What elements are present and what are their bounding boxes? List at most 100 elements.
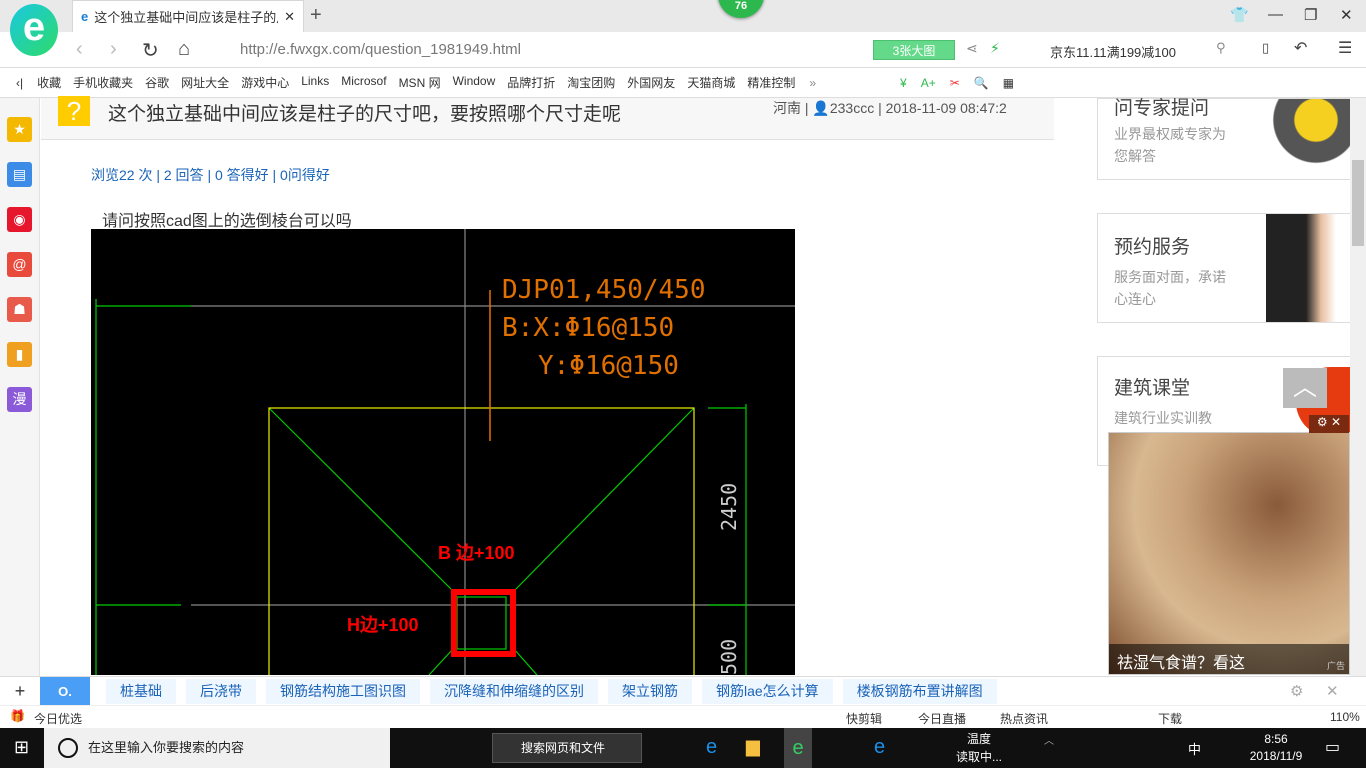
card-desc: 业界最权威专家为您解答 <box>1114 126 1226 164</box>
add-icon[interactable]: + <box>0 681 40 702</box>
minimize-button[interactable]: — <box>1268 6 1283 23</box>
bookmark-item[interactable]: 精准控制 <box>747 74 795 91</box>
weibo-icon[interactable]: ◉ <box>7 207 32 232</box>
card-appointment[interactable]: 预约服务 服务面对面，承诺心连心 <box>1097 213 1366 323</box>
bookmark-item[interactable]: 谷歌 <box>145 74 169 91</box>
translate-icon[interactable]: A+ <box>921 76 936 90</box>
note-h-edge: H边+100 <box>347 615 419 635</box>
url-input[interactable]: http://e.fwxgx.com/question_1981949.html <box>240 41 521 58</box>
comic-icon[interactable]: 漫 <box>7 387 32 412</box>
ad-close-icon[interactable]: ⚙ ✕ <box>1309 415 1349 433</box>
more-bookmarks-icon[interactable]: » <box>809 76 816 90</box>
ad-caption: 祛湿气食谱？看这 <box>1109 644 1349 674</box>
advertisement[interactable]: ⚙ ✕ 祛湿气食谱？看这 广告 <box>1108 415 1350 675</box>
home-button[interactable]: ⌂ <box>178 38 190 61</box>
clock[interactable]: 8:56 2018/11/9 <box>1246 731 1306 765</box>
bookmark-item[interactable]: 淘宝团购 <box>567 74 615 91</box>
bookmarks-collapse-icon[interactable]: ‹| <box>16 76 23 90</box>
forward-button[interactable]: › <box>110 38 117 61</box>
hot-keyword[interactable]: 沉降缝和伸缩缝的区别 <box>430 678 598 704</box>
tab-title: 这个独立基础中间应该是柱子的尺寸吧，要按照哪个尺寸走呢 <box>94 10 278 25</box>
bookmark-item[interactable]: 品牌打折 <box>507 74 555 91</box>
browser-tab[interactable]: e 这个独立基础中间应该是柱子的尺寸吧，要按照哪个尺寸走呢 ✕ <box>72 0 304 32</box>
mail-icon[interactable]: @ <box>7 252 32 277</box>
scissors-icon[interactable]: ✂ <box>950 76 960 90</box>
key-search-icon[interactable]: 🔍 <box>974 76 989 90</box>
footing-outline <box>268 407 695 689</box>
book-icon[interactable]: ▮ <box>7 342 32 367</box>
close-hot-icon[interactable]: ✕ <box>1326 682 1339 700</box>
bookmark-item[interactable]: 收藏 <box>37 74 61 91</box>
username[interactable]: 233ccc <box>830 100 874 116</box>
bookmark-item[interactable]: Links <box>301 74 329 91</box>
cortana-icon[interactable] <box>58 738 78 758</box>
hot-keyword[interactable]: 后浇带 <box>186 678 256 704</box>
search-logo-icon[interactable]: O. <box>40 676 90 706</box>
close-window-button[interactable]: ✕ <box>1340 6 1353 24</box>
user-icon: 👤 <box>812 100 830 116</box>
close-tab-icon[interactable]: ✕ <box>284 9 295 25</box>
phone-icon[interactable]: ▯ <box>1262 40 1269 56</box>
game-icon[interactable]: ☗ <box>7 297 32 322</box>
new-tab-button[interactable]: + <box>310 4 322 27</box>
bookmark-item[interactable]: 天猫商城 <box>687 74 735 91</box>
question-meta: 河南 | 👤233ccc | 2018-11-09 08:47:2 <box>773 100 1007 116</box>
news-icon[interactable]: ▤ <box>7 162 32 187</box>
hot-keyword[interactable]: 桩基础 <box>106 678 176 704</box>
browser-taskbar-icon[interactable]: e <box>784 728 812 768</box>
ime-indicator[interactable]: 中 <box>1188 739 1201 758</box>
lightning-icon[interactable]: ⚡ <box>990 40 1000 57</box>
hot-keyword-list: 桩基础 后浇带 钢筋结构施工图识图 沉降缝和伸缩缝的区别 架立钢筋 钢筋lae怎么计算 楼板… <box>106 678 1007 704</box>
hot-keyword[interactable]: 架立钢筋 <box>608 678 692 704</box>
column-highlight-box <box>451 589 516 657</box>
weather-widget[interactable]: 温度 读取中... <box>944 730 1014 766</box>
hot-keyword[interactable]: 钢筋lae怎么计算 <box>702 678 833 704</box>
card-desc: 建筑行业实训教 <box>1114 410 1212 426</box>
share-icon[interactable]: ⋖ <box>966 40 978 57</box>
scrollbar-thumb[interactable] <box>1352 160 1364 246</box>
windows-start-icon[interactable]: ⊞ <box>14 737 29 758</box>
today-picks[interactable]: 今日优选 <box>34 710 82 727</box>
search-input[interactable]: 京东11.11满199减100 <box>1050 42 1176 61</box>
undo-icon[interactable]: ↶ <box>1294 38 1307 58</box>
big-image-button[interactable]: 3张大图 <box>873 40 955 60</box>
status-quick-edit[interactable]: 快剪辑 <box>846 710 882 727</box>
card-desc: 服务面对面，承诺心连心 <box>1114 269 1226 307</box>
restore-button[interactable]: ❐ <box>1304 6 1317 24</box>
bookmark-item[interactable]: 外国网友 <box>627 74 675 91</box>
zoom-level[interactable]: 110% <box>1330 710 1360 724</box>
shield-icon[interactable]: ¥ <box>900 76 907 90</box>
back-to-top-button[interactable]: ︿ <box>1283 368 1327 408</box>
settings-icon[interactable]: ⚙ <box>1290 682 1303 700</box>
skin-icon[interactable]: 👕 <box>1230 6 1249 24</box>
back-button[interactable]: ‹ <box>76 38 83 61</box>
ie-icon[interactable]: e <box>706 736 717 759</box>
bookmark-item[interactable]: 手机收藏夹 <box>73 74 133 91</box>
question-body: 请问按照cad图上的选倒棱台可以吗 <box>102 213 352 230</box>
menu-icon[interactable]: ☰ <box>1338 38 1352 58</box>
status-news[interactable]: 热点资讯 <box>1000 710 1048 727</box>
taskbar-search-input[interactable]: 在这里输入你要搜索的内容 <box>44 728 390 768</box>
web-search-box[interactable]: 搜索网页和文件 <box>492 733 642 763</box>
search-icon[interactable]: ⚲ <box>1216 40 1226 56</box>
card-ask-expert[interactable]: 问专家提问 业界最权威专家为您解答 <box>1097 98 1366 180</box>
hot-keyword[interactable]: 钢筋结构施工图识图 <box>266 678 420 704</box>
star-icon[interactable]: ★ <box>7 117 32 142</box>
edge-icon[interactable]: e <box>874 736 885 759</box>
bookmark-item[interactable]: Microsof <box>341 74 386 91</box>
file-explorer-icon[interactable]: ▆ <box>746 736 760 757</box>
tray-expand-icon[interactable]: ︿ <box>1044 732 1054 747</box>
dimension-500: 500 <box>717 639 741 675</box>
status-live[interactable]: 今日直播 <box>918 710 966 727</box>
bookmark-item[interactable]: 网址大全 <box>181 74 229 91</box>
status-download[interactable]: 下载 <box>1158 710 1182 727</box>
refresh-button[interactable]: ↻ <box>142 38 159 63</box>
cad-label-2: B:X:Φ16@150 <box>502 313 674 343</box>
bookmark-item[interactable]: 游戏中心 <box>241 74 289 91</box>
notification-icon[interactable]: ▭ <box>1325 737 1340 757</box>
bookmark-item[interactable]: Window <box>453 74 496 91</box>
hot-keyword[interactable]: 楼板钢筋布置讲解图 <box>842 678 997 704</box>
bookmark-item[interactable]: MSN 网 <box>399 74 441 91</box>
region: 河南 <box>773 100 801 116</box>
apps-icon[interactable]: ▦ <box>1003 76 1014 90</box>
